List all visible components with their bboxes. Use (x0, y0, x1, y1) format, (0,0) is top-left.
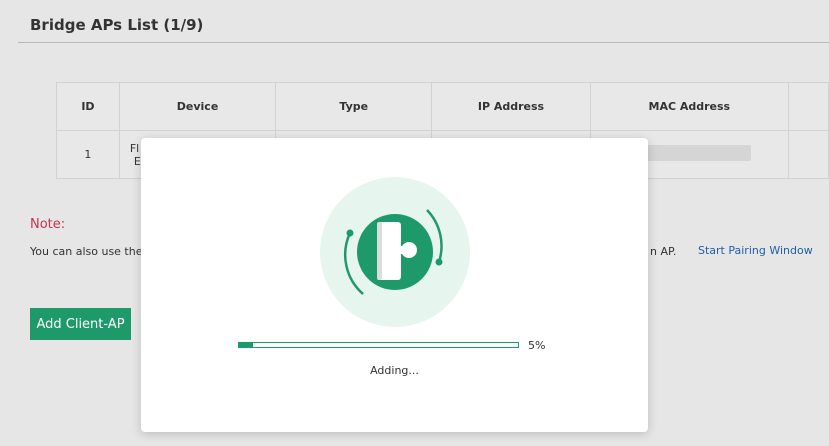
header-extra (787, 82, 829, 131)
cell-extra (787, 130, 829, 179)
note-suffix: n AP. (650, 245, 677, 258)
pairing-illustration (320, 177, 470, 327)
header-id: ID (56, 82, 120, 131)
status-text: Adding... (370, 364, 419, 377)
start-pairing-window-link[interactable]: Start Pairing Window (698, 244, 813, 257)
table-header-row: ID Device Type IP Address MAC Address (56, 82, 829, 131)
progress-bar (238, 342, 519, 348)
page-title: Bridge APs List (1/9) (30, 16, 204, 34)
add-client-ap-button[interactable]: Add Client-AP (30, 308, 131, 340)
progress-percent: 5% (528, 339, 546, 352)
title-divider (18, 42, 829, 43)
header-mac-address: MAC Address (589, 82, 789, 131)
mac-redacted (630, 145, 751, 161)
adding-progress-modal: 5% Adding... (141, 138, 648, 432)
header-ip-address: IP Address (431, 82, 591, 131)
header-device: Device (118, 82, 277, 131)
note-label: Note: (30, 217, 66, 232)
progress-fill (239, 343, 253, 347)
header-type: Type (275, 82, 433, 131)
cell-id: 1 (56, 130, 120, 179)
note-text: You can also use the (30, 245, 143, 258)
